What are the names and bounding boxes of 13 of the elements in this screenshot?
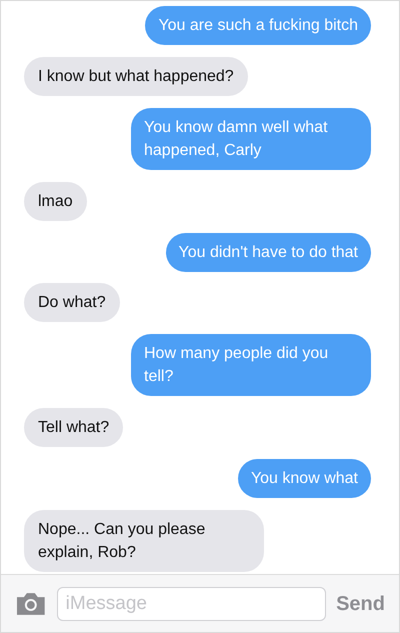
sent-message: You are such a fucking bitch bbox=[145, 6, 371, 45]
sent-message: You know what bbox=[238, 459, 371, 498]
received-message: lmao bbox=[24, 182, 87, 221]
message-field[interactable]: iMessage bbox=[56, 586, 326, 620]
received-message: Do what? bbox=[24, 283, 120, 322]
received-message: I know but what happened? bbox=[24, 56, 248, 96]
sent-message: You didn't have to do that bbox=[166, 232, 371, 272]
sent-message: You know damn well what happened, Carly bbox=[131, 108, 371, 170]
received-message: Tell what? bbox=[24, 408, 124, 448]
send-button[interactable]: Send bbox=[336, 588, 385, 618]
received-message: Nope... Can you please explain, Rob? bbox=[24, 510, 264, 572]
camera-icon[interactable] bbox=[15, 592, 47, 616]
sent-message: How many people did you tell? bbox=[131, 334, 371, 396]
